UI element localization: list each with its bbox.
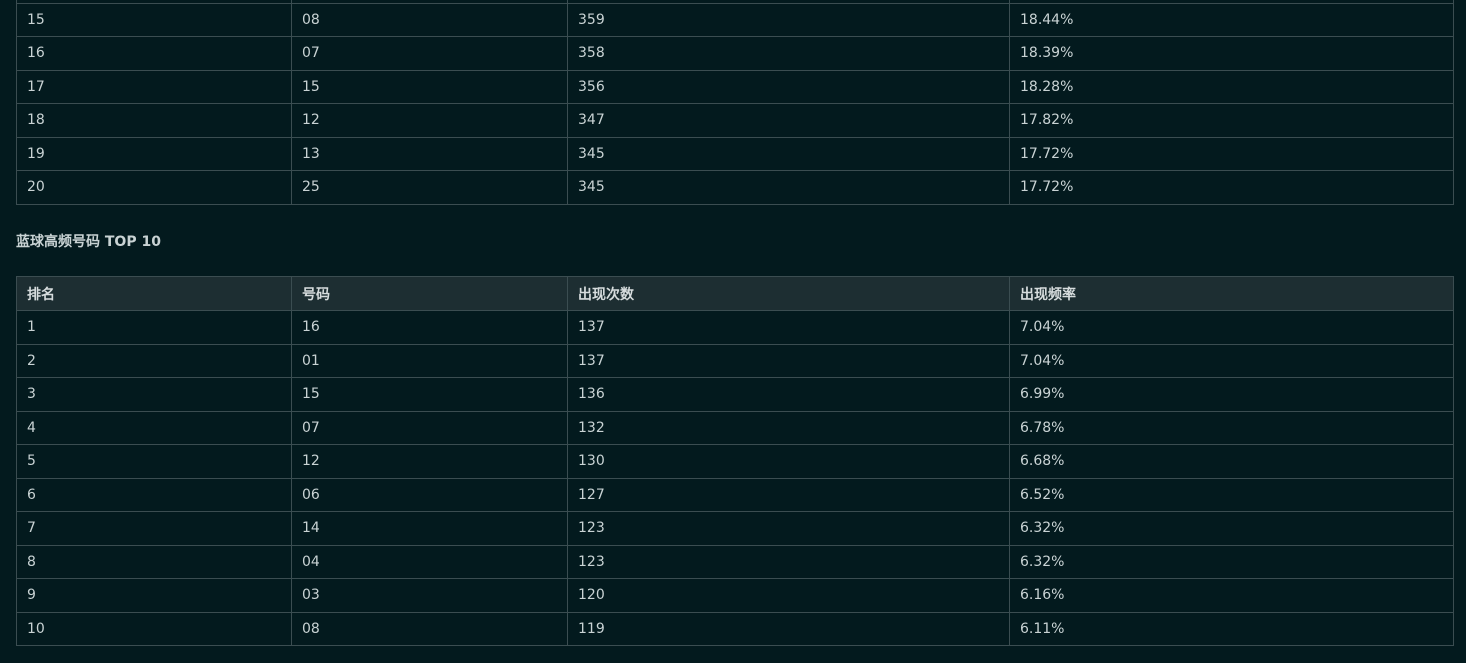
red-ball-frequency-table: 15 08 359 18.44% 16 07 358 18.39% 17 15 …	[16, 0, 1454, 205]
table-row: 20 25 345 17.72%	[16, 170, 1454, 205]
rate-cell: 6.11%	[1009, 611, 1454, 646]
rank-cell: 6	[16, 477, 292, 512]
table-row: 19 13 345 17.72%	[16, 136, 1454, 171]
rate-cell: 6.68%	[1009, 444, 1454, 479]
count-cell: 347	[567, 103, 1010, 138]
count-cell: 127	[567, 477, 1010, 512]
count-cell: 358	[567, 36, 1010, 71]
column-header-rate: 出现频率	[1009, 276, 1454, 311]
count-cell: 356	[567, 69, 1010, 104]
number-cell: 15	[291, 69, 568, 104]
number-cell: 16	[291, 310, 568, 345]
rank-cell: 9	[16, 578, 292, 613]
column-header-count: 出现次数	[567, 276, 1010, 311]
rank-cell: 16	[16, 36, 292, 71]
section-title: 蓝球高频号码 TOP 10	[16, 234, 161, 250]
number-cell: 08	[291, 611, 568, 646]
rank-cell: 3	[16, 377, 292, 412]
rank-cell: 2	[16, 343, 292, 378]
blue-ball-frequency-table: 排名 号码 出现次数 出现频率 1 16 137 7.04% 2 01 137 …	[16, 276, 1454, 646]
rate-cell: 6.78%	[1009, 410, 1454, 445]
table-row: 3 15 136 6.99%	[16, 377, 1454, 412]
rank-cell: 8	[16, 544, 292, 579]
table-row: 6 06 127 6.52%	[16, 477, 1454, 512]
number-cell: 15	[291, 377, 568, 412]
rate-cell: 6.32%	[1009, 511, 1454, 546]
count-cell: 130	[567, 444, 1010, 479]
number-cell: 25	[291, 170, 568, 205]
rate-cell: 7.04%	[1009, 310, 1454, 345]
column-header-rank: 排名	[16, 276, 292, 311]
count-cell: 137	[567, 343, 1010, 378]
table-row: 15 08 359 18.44%	[16, 2, 1454, 37]
table-row: 10 08 119 6.11%	[16, 611, 1454, 646]
table-row: 9 03 120 6.16%	[16, 578, 1454, 613]
rank-cell: 20	[16, 170, 292, 205]
number-cell: 13	[291, 136, 568, 171]
table-header-row: 排名 号码 出现次数 出现频率	[16, 276, 1454, 311]
rank-cell: 7	[16, 511, 292, 546]
number-cell: 01	[291, 343, 568, 378]
rank-cell: 5	[16, 444, 292, 479]
table-row: 18 12 347 17.82%	[16, 103, 1454, 138]
rate-cell: 7.04%	[1009, 343, 1454, 378]
number-cell: 07	[291, 410, 568, 445]
rate-cell: 17.82%	[1009, 103, 1454, 138]
rate-cell: 17.72%	[1009, 170, 1454, 205]
count-cell: 119	[567, 611, 1010, 646]
number-cell: 03	[291, 578, 568, 613]
rank-cell: 4	[16, 410, 292, 445]
rate-cell: 18.44%	[1009, 2, 1454, 37]
rate-cell: 6.32%	[1009, 544, 1454, 579]
rank-cell: 1	[16, 310, 292, 345]
number-cell: 12	[291, 103, 568, 138]
table-row: 2 01 137 7.04%	[16, 343, 1454, 378]
rank-cell: 15	[16, 2, 292, 37]
number-cell: 14	[291, 511, 568, 546]
count-cell: 345	[567, 136, 1010, 171]
page: 15 08 359 18.44% 16 07 358 18.39% 17 15 …	[0, 0, 1466, 663]
rate-cell: 6.52%	[1009, 477, 1454, 512]
number-cell: 04	[291, 544, 568, 579]
count-cell: 120	[567, 578, 1010, 613]
table-row: 1 16 137 7.04%	[16, 310, 1454, 345]
number-cell: 06	[291, 477, 568, 512]
count-cell: 123	[567, 511, 1010, 546]
rate-cell: 6.16%	[1009, 578, 1454, 613]
rank-cell: 18	[16, 103, 292, 138]
count-cell: 136	[567, 377, 1010, 412]
rate-cell: 18.28%	[1009, 69, 1454, 104]
rank-cell: 19	[16, 136, 292, 171]
rank-cell: 17	[16, 69, 292, 104]
count-cell: 132	[567, 410, 1010, 445]
rate-cell: 17.72%	[1009, 136, 1454, 171]
rate-cell: 18.39%	[1009, 36, 1454, 71]
count-cell: 137	[567, 310, 1010, 345]
table-row: 7 14 123 6.32%	[16, 511, 1454, 546]
table-row: 4 07 132 6.78%	[16, 410, 1454, 445]
rate-cell: 6.99%	[1009, 377, 1454, 412]
count-cell: 345	[567, 170, 1010, 205]
table-row: 17 15 356 18.28%	[16, 69, 1454, 104]
table-row: 5 12 130 6.68%	[16, 444, 1454, 479]
count-cell: 359	[567, 2, 1010, 37]
table-row: 8 04 123 6.32%	[16, 544, 1454, 579]
count-cell: 123	[567, 544, 1010, 579]
number-cell: 12	[291, 444, 568, 479]
number-cell: 08	[291, 2, 568, 37]
number-cell: 07	[291, 36, 568, 71]
rank-cell: 10	[16, 611, 292, 646]
column-header-number: 号码	[291, 276, 568, 311]
table-row: 16 07 358 18.39%	[16, 36, 1454, 71]
